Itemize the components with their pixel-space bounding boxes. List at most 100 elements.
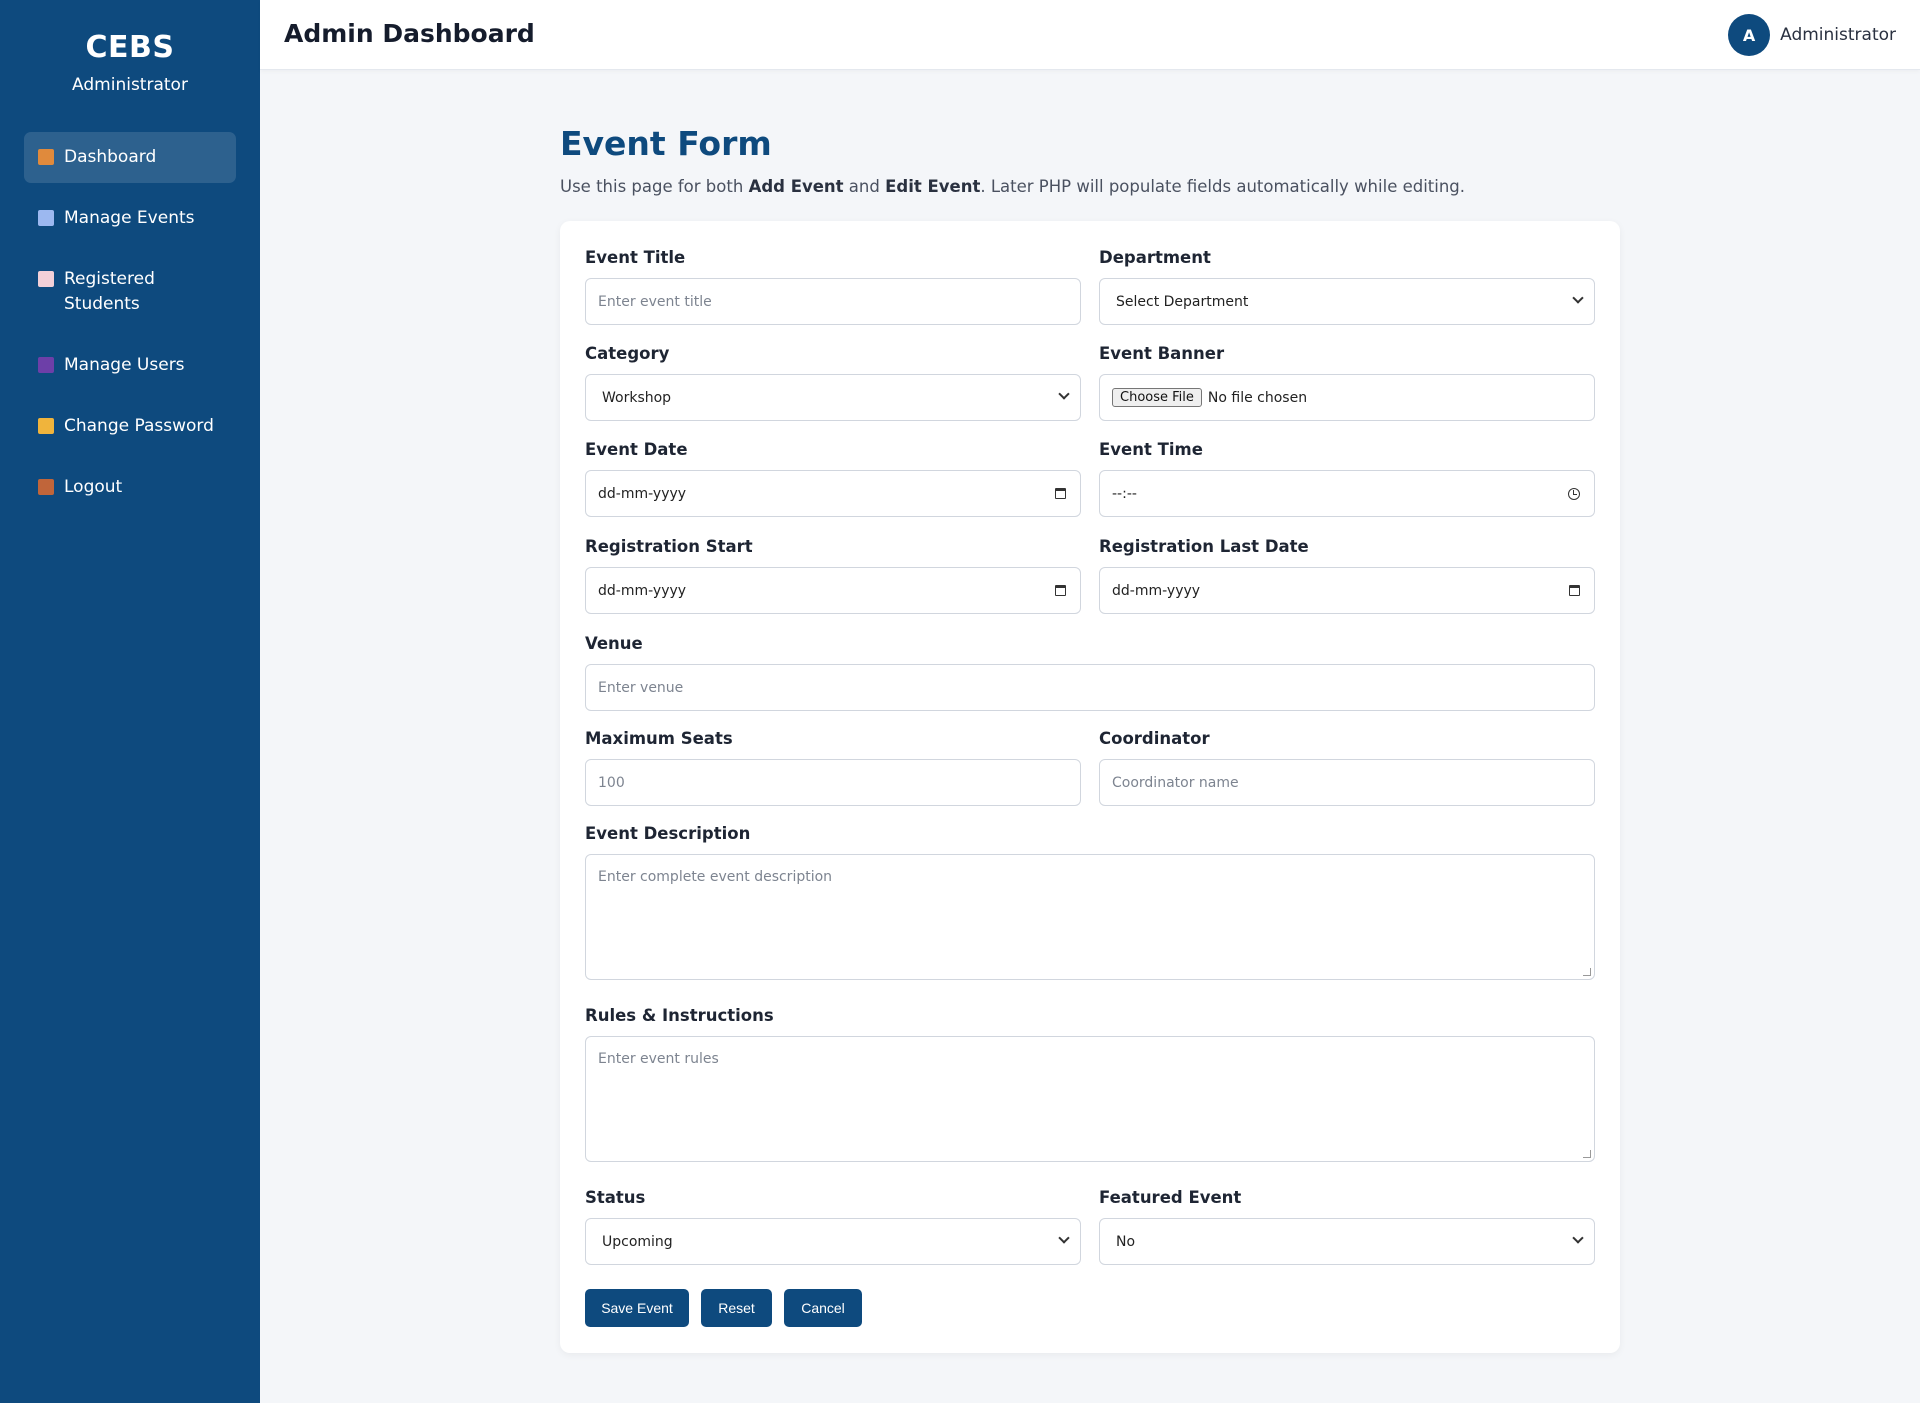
field-category: Category Workshop xyxy=(585,344,1081,421)
venue-label: Venue xyxy=(585,634,643,653)
page-title: Admin Dashboard xyxy=(284,19,535,48)
event-banner-label: Event Banner xyxy=(1099,344,1225,363)
field-event-banner: Event Banner Choose File No file chosen xyxy=(1099,344,1595,421)
registration-start-value: dd-mm-yyyy xyxy=(598,582,687,599)
field-status: Status Upcoming xyxy=(585,1188,1081,1265)
field-registration-last-date: Registration Last Date dd-mm-yyyy xyxy=(1099,537,1595,614)
field-venue: Venue Enter venue xyxy=(585,634,1595,711)
event-date-input[interactable]: dd-mm-yyyy xyxy=(585,470,1081,517)
registration-start-label: Registration Start xyxy=(585,537,753,556)
event-description-textarea[interactable]: Enter complete event description xyxy=(585,854,1595,980)
chevron-down-icon xyxy=(1572,1232,1584,1244)
featured-event-select[interactable]: No xyxy=(1099,1218,1595,1265)
form-description: Use this page for both Add Event and Edi… xyxy=(560,177,1620,196)
category-value: Workshop xyxy=(602,389,672,406)
registration-last-date-input[interactable]: dd-mm-yyyy xyxy=(1099,567,1595,614)
calendar-icon[interactable] xyxy=(1569,585,1580,596)
calendar-icon[interactable] xyxy=(1055,488,1066,499)
topbar: Admin Dashboard A Administrator xyxy=(260,0,1920,70)
coordinator-input[interactable]: Coordinator name xyxy=(1099,759,1595,806)
brand: CEBS Administrator xyxy=(0,0,260,95)
featured-event-label: Featured Event xyxy=(1099,1188,1242,1207)
field-featured-event: Featured Event No xyxy=(1099,1188,1595,1265)
featured-event-value: No xyxy=(1116,1233,1136,1250)
event-date-value: dd-mm-yyyy xyxy=(598,485,687,502)
user-menu[interactable]: A Administrator xyxy=(1728,14,1896,56)
sidebar-nav: Dashboard Manage Events Registered Stude… xyxy=(0,132,260,513)
reset-button[interactable]: Reset xyxy=(701,1289,772,1327)
venue-input[interactable]: Enter venue xyxy=(585,664,1595,711)
calendar-icon xyxy=(38,210,54,226)
form-heading: Event Form Use this page for both Add Ev… xyxy=(560,124,1620,196)
field-event-date: Event Date dd-mm-yyyy xyxy=(585,440,1081,517)
department-label: Department xyxy=(1099,248,1211,267)
sidebar: CEBS Administrator Dashboard Manage Even… xyxy=(0,0,260,1403)
maximum-seats-label: Maximum Seats xyxy=(585,729,733,748)
calendar-icon[interactable] xyxy=(1055,585,1066,596)
category-label: Category xyxy=(585,344,670,363)
event-time-input[interactable]: --:-- xyxy=(1099,470,1595,517)
field-event-description: Event Description Enter complete event d… xyxy=(585,824,1595,980)
cancel-button[interactable]: Cancel xyxy=(784,1289,862,1327)
department-select[interactable]: Select Department xyxy=(1099,278,1595,325)
lock-icon xyxy=(38,418,54,434)
event-form-card: Event Title Enter event title Department… xyxy=(560,221,1620,1353)
field-event-time: Event Time --:-- xyxy=(1099,440,1595,517)
rules-label: Rules & Instructions xyxy=(585,1006,774,1025)
chevron-down-icon xyxy=(1058,388,1070,400)
brand-role: Administrator xyxy=(72,75,188,95)
event-description-label: Event Description xyxy=(585,824,751,843)
rules-textarea[interactable]: Enter event rules xyxy=(585,1036,1595,1162)
field-department: Department Select Department xyxy=(1099,248,1595,325)
sidebar-item-label: Registered Students xyxy=(64,269,155,314)
event-title-label: Event Title xyxy=(585,248,686,267)
chevron-down-icon xyxy=(1572,292,1584,304)
desc-prefix: Use this page for both xyxy=(560,177,749,196)
event-banner-file-input[interactable]: Choose File No file chosen xyxy=(1099,374,1595,421)
status-select[interactable]: Upcoming xyxy=(585,1218,1081,1265)
file-status: No file chosen xyxy=(1207,389,1308,406)
sidebar-item-label: Manage Events xyxy=(64,208,195,228)
field-event-title: Event Title Enter event title xyxy=(585,248,1081,325)
desc-edit: Edit Event xyxy=(885,177,981,196)
category-select[interactable]: Workshop xyxy=(585,374,1081,421)
event-title-input[interactable]: Enter event title xyxy=(585,278,1081,325)
field-rules: Rules & Instructions Enter event rules xyxy=(585,1006,1595,1162)
resize-handle-icon[interactable] xyxy=(1583,1150,1591,1158)
sidebar-item-manage-events[interactable]: Manage Events xyxy=(24,193,236,244)
registration-last-date-value: dd-mm-yyyy xyxy=(1112,582,1201,599)
avatar[interactable]: A xyxy=(1728,14,1771,56)
choose-file-button[interactable]: Choose File xyxy=(1112,388,1202,407)
event-description-placeholder: Enter complete event description xyxy=(598,869,833,885)
desc-suffix: . Later PHP will populate fields automat… xyxy=(980,177,1466,196)
document-icon xyxy=(38,271,54,287)
field-registration-start: Registration Start dd-mm-yyyy xyxy=(585,537,1081,614)
coordinator-label: Coordinator xyxy=(1099,729,1210,748)
desc-add: Add Event xyxy=(748,177,844,196)
users-icon xyxy=(38,357,54,373)
resize-handle-icon[interactable] xyxy=(1583,968,1591,976)
event-time-value: --:-- xyxy=(1112,485,1137,502)
status-value: Upcoming xyxy=(602,1233,673,1250)
registration-last-date-label: Registration Last Date xyxy=(1099,537,1309,556)
clock-icon[interactable] xyxy=(1568,488,1580,500)
desc-and: and xyxy=(843,177,886,196)
sidebar-item-change-password[interactable]: Change Password xyxy=(24,401,236,452)
status-label: Status xyxy=(585,1188,646,1207)
brand-title: CEBS xyxy=(85,30,175,65)
sidebar-item-registered-students[interactable]: Registered Students xyxy=(24,254,204,330)
sidebar-item-manage-users[interactable]: Manage Users xyxy=(24,340,236,391)
save-event-button[interactable]: Save Event xyxy=(585,1289,689,1327)
sidebar-item-label: Manage Users xyxy=(64,355,185,375)
registration-start-input[interactable]: dd-mm-yyyy xyxy=(585,567,1081,614)
maximum-seats-input[interactable]: 100 xyxy=(585,759,1081,806)
event-time-label: Event Time xyxy=(1099,440,1203,459)
sidebar-item-logout[interactable]: Logout xyxy=(24,462,236,513)
field-maximum-seats: Maximum Seats 100 xyxy=(585,729,1081,806)
chevron-down-icon xyxy=(1058,1232,1070,1244)
sidebar-item-label: Dashboard xyxy=(64,147,157,167)
event-date-label: Event Date xyxy=(585,440,688,459)
field-coordinator: Coordinator Coordinator name xyxy=(1099,729,1595,806)
sidebar-item-dashboard[interactable]: Dashboard xyxy=(24,132,236,183)
door-icon xyxy=(38,479,54,495)
